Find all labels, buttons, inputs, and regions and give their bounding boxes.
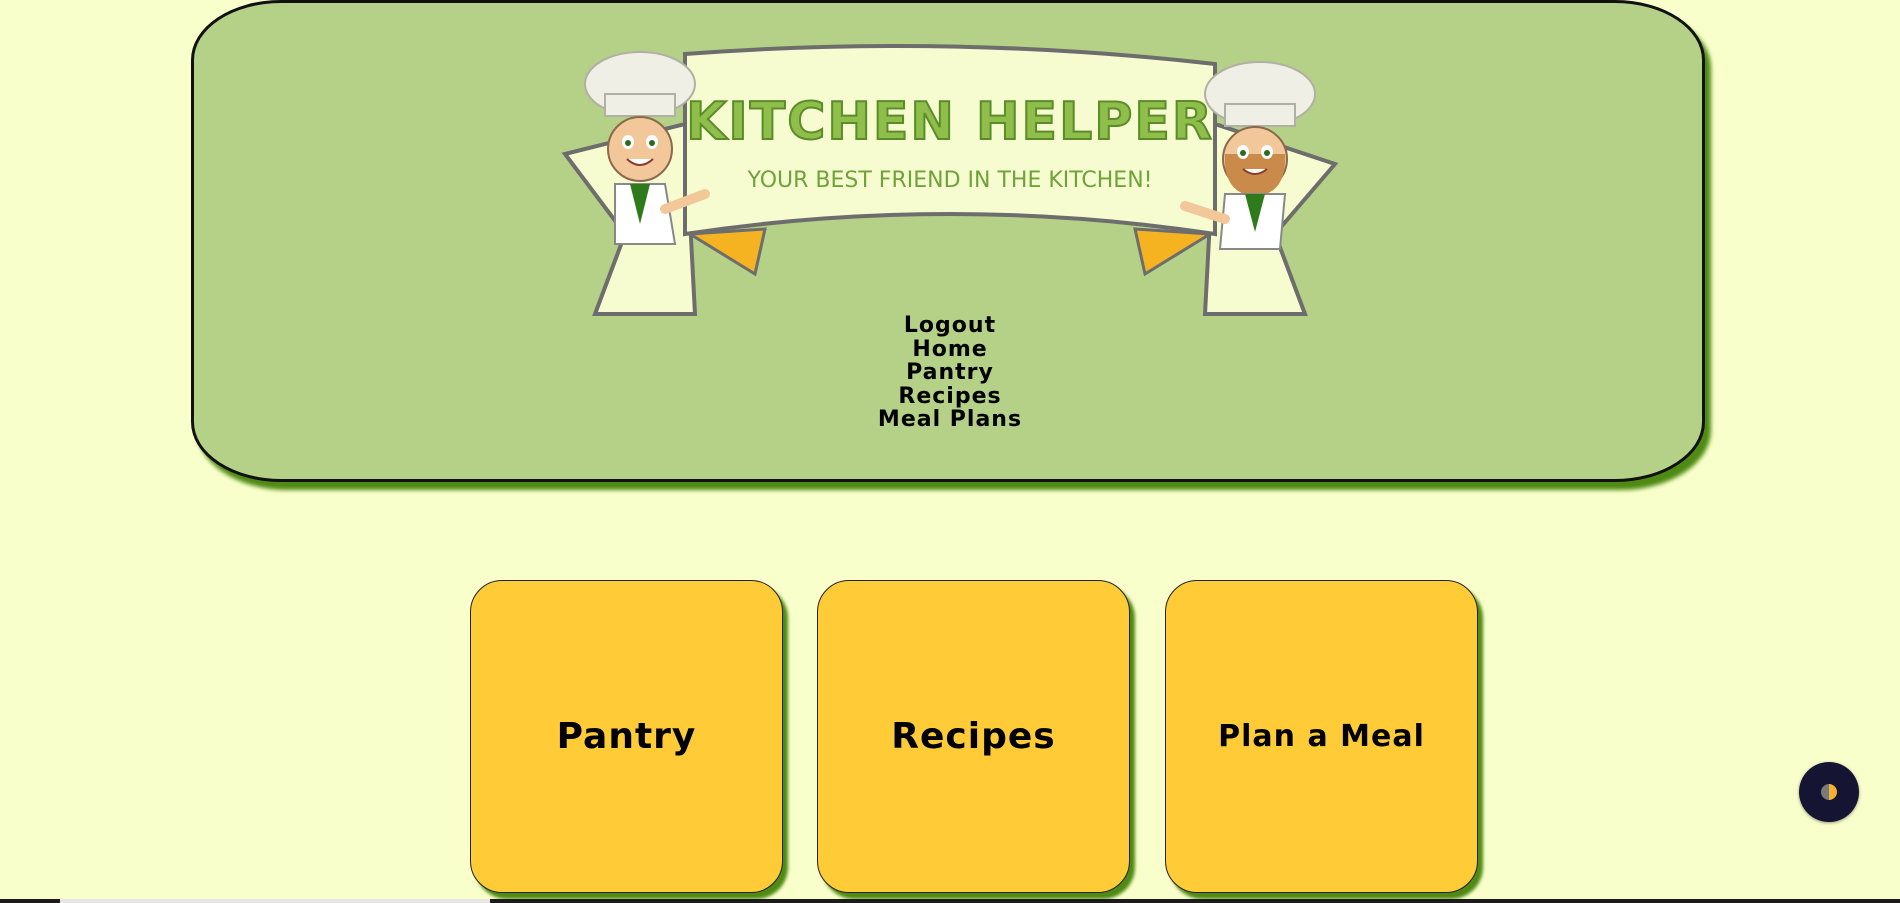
half-moon-contrast-icon <box>1821 784 1837 800</box>
nav-pantry-label: Pantry <box>906 360 994 385</box>
logo-banner[interactable]: KITCHEN HELPER YOUR BEST FRIEND IN THE K… <box>555 44 1345 324</box>
main-nav: Logout Home Pantry Recipes Meal Plans <box>0 314 1900 432</box>
plan-a-meal-card[interactable]: Plan a Meal <box>1165 580 1478 893</box>
nav-logout-label: Logout <box>903 313 997 338</box>
nav-home-link[interactable]: Home <box>0 336 1900 362</box>
pantry-card-label: Pantry <box>556 716 697 757</box>
recipes-card[interactable]: Recipes <box>817 580 1130 893</box>
logo-subtitle: YOUR BEST FRIEND IN THE KITCHEN! <box>746 168 1152 193</box>
plan-a-meal-card-label: Plan a Meal <box>1218 719 1425 754</box>
bottom-scrollbar-thumb[interactable] <box>60 899 490 903</box>
nav-meal-plans-label: Meal Plans <box>877 407 1023 432</box>
nav-logout-link[interactable]: Logout <box>0 314 1900 338</box>
logo-title: KITCHEN HELPER <box>686 92 1214 152</box>
logo-graphic: KITCHEN HELPER YOUR BEST FRIEND IN THE K… <box>561 44 1339 316</box>
recipes-card-label: Recipes <box>891 716 1056 757</box>
nav-recipes-link[interactable]: Recipes <box>0 383 1900 409</box>
nav-home-label: Home <box>912 336 988 362</box>
page: KITCHEN HELPER YOUR BEST FRIEND IN THE K… <box>0 0 1900 903</box>
nav-meal-plans-link[interactable]: Meal Plans <box>0 408 1900 432</box>
nav-recipes-label: Recipes <box>898 383 1002 409</box>
theme-toggle-button[interactable] <box>1799 762 1859 822</box>
nav-pantry-link[interactable]: Pantry <box>0 361 1900 385</box>
pantry-card[interactable]: Pantry <box>470 580 783 893</box>
